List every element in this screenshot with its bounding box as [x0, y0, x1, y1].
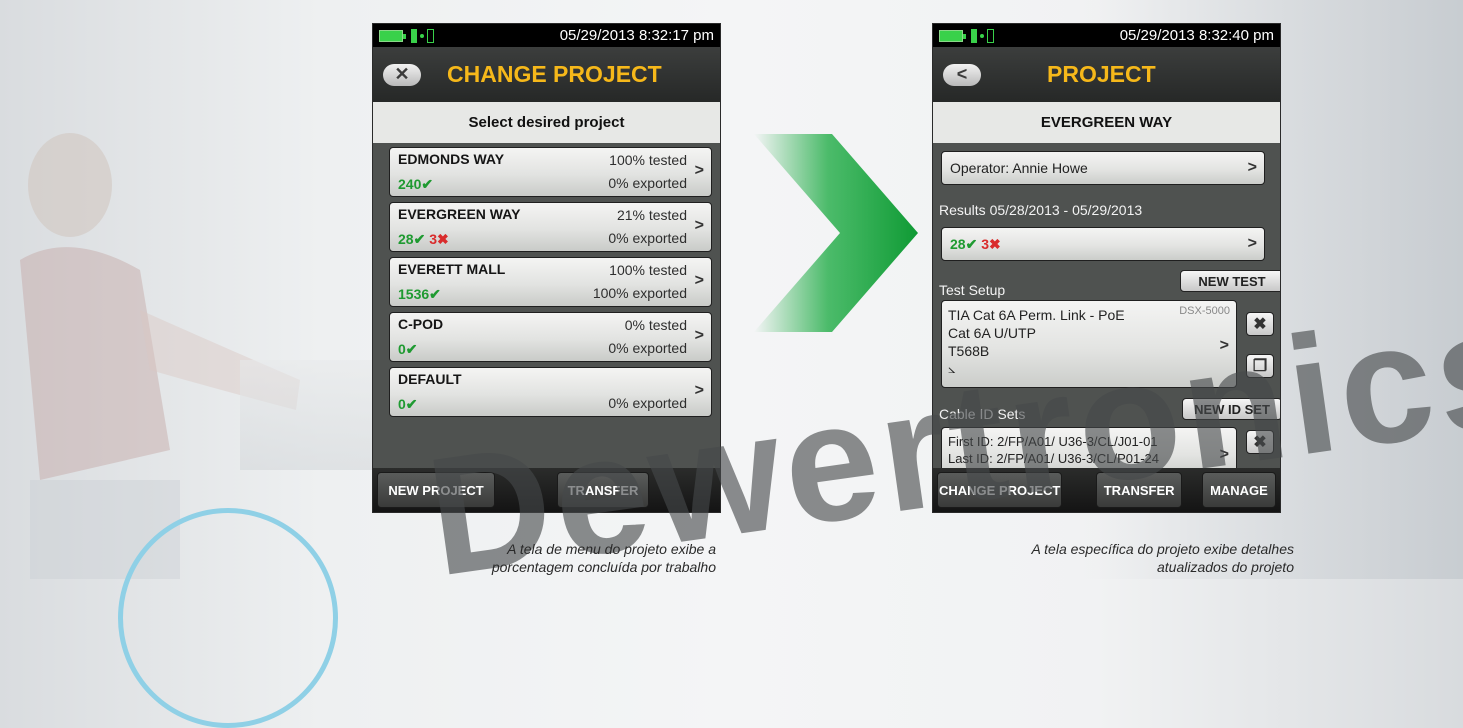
caption-line: atualizados do projeto — [1157, 559, 1294, 575]
page-title: CHANGE PROJECT — [447, 61, 662, 87]
project-counts: 0✔ — [398, 396, 418, 413]
project-exported: 0% exported — [608, 175, 687, 191]
setup-test-limit: TIA Cat 6A Perm. Link - PoE — [948, 307, 1125, 323]
title-bar: < PROJECT — [933, 47, 1280, 102]
project-name: DEFAULT — [398, 371, 462, 387]
checkmark-icon: ✔ — [405, 341, 418, 357]
status-time: 05/29/2013 8:32:17 pm — [559, 27, 714, 44]
caption-line: porcentagem concluída por trabalho — [491, 559, 716, 575]
checkmark-icon: ✔ — [965, 236, 978, 252]
project-tested: 0% tested — [624, 317, 687, 333]
close-button[interactable]: ✕ — [383, 63, 421, 86]
status-bar: 05/29/2013 8:32:40 pm — [933, 24, 1280, 47]
pass-count: 0 — [398, 341, 406, 357]
project-exported: 0% exported — [608, 340, 687, 356]
status-bar: 05/29/2013 8:32:17 pm — [373, 24, 720, 47]
checkmark-icon: ✔ — [413, 231, 426, 247]
chevron-right-icon: > — [694, 327, 704, 344]
project-exported: 0% exported — [608, 230, 687, 246]
pass-count: 28 — [950, 236, 966, 252]
pass-count: 28 — [398, 231, 414, 247]
chevron-right-icon: > — [694, 217, 704, 234]
subheading: Select desired project — [373, 102, 720, 143]
page-title: PROJECT — [1047, 61, 1156, 87]
close-icon: ✕ — [394, 64, 410, 84]
back-button[interactable]: < — [943, 63, 981, 86]
pass-count: 1536 — [398, 286, 430, 302]
fail-count: 3 — [981, 236, 989, 252]
project-counts: 240✔ — [398, 176, 433, 193]
x-mark-icon: ✖ — [437, 231, 449, 247]
results-counts: 28✔ 3✖ — [950, 236, 1001, 253]
chevron-left-icon: < — [956, 64, 968, 84]
project-tested: 100% tested — [609, 262, 687, 278]
project-counts: 1536✔ — [398, 286, 441, 303]
caption-left: A tela de menu do projeto exibe a porcen… — [420, 540, 716, 576]
pass-count: 240 — [398, 176, 422, 192]
battery-icon — [939, 28, 994, 43]
results-label: Results 05/28/2013 - 05/29/2013 — [939, 202, 1143, 218]
project-list: EDMONDS WAY 100% tested 0% exported 240✔… — [373, 143, 720, 417]
chevron-right-icon: > — [1247, 235, 1257, 252]
project-item[interactable]: EVERGREEN WAY 21% tested 0% exported 28✔… — [389, 202, 712, 252]
project-item[interactable]: EDMONDS WAY 100% tested 0% exported 240✔… — [389, 147, 712, 197]
battery-icon — [379, 28, 434, 43]
checkmark-icon: ✔ — [405, 396, 418, 412]
new-test-button[interactable]: NEW TEST — [1180, 270, 1280, 292]
project-name-heading: EVERGREEN WAY — [933, 102, 1280, 143]
project-tested: 100% tested — [609, 152, 687, 168]
operator-label: Operator: Annie Howe — [950, 160, 1088, 176]
title-bar: ✕ CHANGE PROJECT — [373, 47, 720, 102]
results-row[interactable]: 28✔ 3✖ > — [941, 227, 1265, 261]
checkmark-icon: ✔ — [429, 286, 441, 302]
background-person-illustration — [20, 133, 300, 579]
caption-line: A tela específica do projeto exibe detal… — [1031, 541, 1294, 557]
x-mark-icon: ✖ — [989, 236, 1001, 252]
watermark-logo-circle — [118, 508, 338, 728]
project-item[interactable]: EVERETT MALL 100% tested 100% exported 1… — [389, 257, 712, 307]
chevron-right-icon: > — [694, 162, 704, 179]
caption-line: A tela de menu do projeto exibe a — [507, 541, 716, 557]
arrow-right-icon — [754, 134, 918, 332]
caption-right: A tela específica do projeto exibe detal… — [910, 540, 1294, 576]
test-setup-label: Test Setup — [939, 282, 1006, 298]
project-counts: 28✔ 3✖ — [398, 231, 449, 248]
checkmark-icon: ✔ — [421, 176, 434, 192]
pass-count: 0 — [398, 396, 406, 412]
project-item[interactable]: C-POD 0% tested 0% exported 0✔ > — [389, 312, 712, 362]
fail-count: 3 — [429, 231, 437, 247]
chevron-right-icon: > — [1247, 159, 1257, 176]
project-exported: 100% exported — [592, 285, 687, 301]
status-time: 05/29/2013 8:32:40 pm — [1119, 27, 1274, 44]
operator-row[interactable]: Operator: Annie Howe > — [941, 151, 1265, 185]
chevron-right-icon: > — [694, 272, 704, 289]
project-tested: 21% tested — [616, 207, 687, 223]
project-counts: 0✔ — [398, 341, 418, 358]
